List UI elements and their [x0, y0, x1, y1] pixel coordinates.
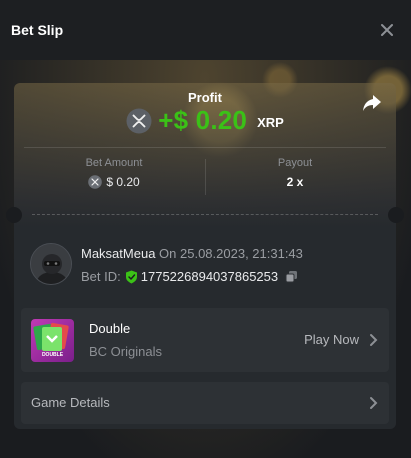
- username[interactable]: MaksatMeua: [81, 246, 155, 261]
- bet-amount-row: $ 0.20: [24, 175, 204, 189]
- user-line: MaksatMeua On 25.08.2023, 21:31:43: [81, 246, 303, 261]
- divider: [24, 147, 386, 148]
- payout-stat: Payout 2 x: [204, 157, 386, 189]
- game-thumbnail: DOUBLE: [31, 319, 74, 362]
- game-details-row[interactable]: Game Details: [21, 382, 389, 424]
- payout-label: Payout: [277, 157, 313, 169]
- bet-slip-card: Profit +$ 0.20 XRP Bet Amount $ 0.20 Pay…: [6, 83, 404, 429]
- close-icon: [381, 24, 393, 36]
- xrp-coin-icon: [126, 108, 152, 133]
- bet-id-label: Bet ID:: [81, 269, 121, 284]
- bet-date: On 25.08.2023, 21:31:43: [159, 246, 303, 261]
- copy-icon[interactable]: [285, 270, 298, 283]
- game-details-label: Game Details: [31, 395, 110, 410]
- bet-slip-header: Bet Slip: [0, 0, 411, 60]
- game-thumb-label: DOUBLE: [41, 352, 64, 358]
- chevron-right-icon: [370, 397, 378, 409]
- ticket-notch-left: [6, 207, 22, 223]
- game-provider: BC Originals: [89, 344, 162, 359]
- xrp-coin-icon: [88, 175, 103, 189]
- bet-amount-label: Bet Amount: [85, 157, 143, 169]
- payout-row: 2 x: [204, 175, 386, 189]
- dashed-separator: [32, 214, 378, 215]
- avatar-image: [31, 244, 71, 284]
- bet-id-value: 1775226894037865253: [140, 269, 279, 284]
- chevron-right-icon: [370, 334, 378, 346]
- ticket-notch-right: [388, 207, 404, 223]
- close-button[interactable]: [377, 20, 397, 40]
- game-row[interactable]: DOUBLE Double BC Originals Play Now: [21, 308, 389, 372]
- play-now-link[interactable]: Play Now: [304, 332, 359, 347]
- profit-label: Profit: [188, 90, 222, 105]
- avatar[interactable]: [30, 243, 72, 285]
- game-name: Double: [89, 321, 131, 336]
- bet-amount-stat: Bet Amount $ 0.20: [24, 157, 204, 189]
- profit-row: +$ 0.20 XRP: [14, 105, 396, 136]
- payout-value: 2 x: [286, 175, 304, 189]
- bet-amount-value: $ 0.20: [106, 175, 140, 189]
- shield-check-icon: [125, 270, 137, 283]
- profit-currency: XRP: [257, 115, 284, 130]
- bet-slip-title: Bet Slip: [11, 22, 64, 38]
- profit-value: +$ 0.20: [158, 105, 248, 135]
- bet-id-line: Bet ID: 1775226894037865253: [81, 269, 298, 284]
- share-icon[interactable]: [361, 93, 383, 113]
